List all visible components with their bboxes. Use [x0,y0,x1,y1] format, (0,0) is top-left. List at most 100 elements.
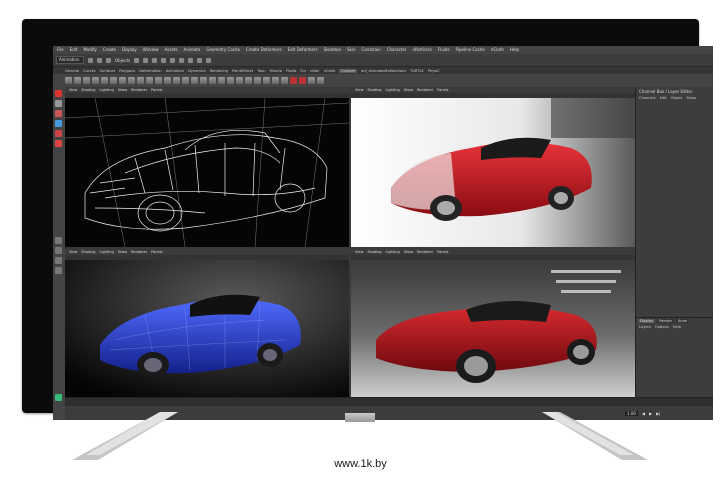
layout-single-icon[interactable] [55,237,62,244]
layers-menu[interactable]: Layers [639,325,651,329]
shelf-tab-general[interactable]: General [65,69,79,73]
shelf-tab-nhair[interactable]: nHair [310,69,320,73]
menu-character[interactable]: Character [387,46,407,54]
select-hierarchy-icon[interactable] [134,57,140,63]
shelf-tab-animated-solutions[interactable]: anl_animatedEsSolutions [361,69,406,73]
menu-fluids[interactable]: Fluids [438,46,450,54]
shelf-tool-icon[interactable] [272,77,279,84]
shelf-tool-icon[interactable] [209,77,216,84]
shelf-tab-animation[interactable]: Animation [166,69,184,73]
edit-menu[interactable]: Edit [660,96,667,100]
script-editor-icon[interactable] [55,394,62,401]
menu-assets[interactable]: Assets [165,46,178,54]
shelf-tool-icon[interactable] [173,77,180,84]
objects-mode-label[interactable]: Objects [115,58,130,63]
select-object-icon[interactable] [143,57,149,63]
shelf-tool-icon[interactable] [200,77,207,84]
shelf-tool-icon[interactable] [263,77,270,84]
object-menu[interactable]: Object [671,96,683,100]
open-scene-icon[interactable] [97,57,102,63]
help-menu[interactable]: Help [673,325,681,329]
menu-animate[interactable]: Animate [184,46,201,54]
shelf-tab-muscle[interactable]: Muscle [269,69,281,73]
shelf-tool-icon[interactable] [146,77,153,84]
layout-outliner-icon[interactable] [55,267,62,274]
shelf-tool-icon[interactable] [155,77,162,84]
menu-geometry-cache[interactable]: Geometry Cache [206,46,240,54]
shelf-tool-icon[interactable] [101,77,108,84]
shelf-tab-toon[interactable]: Toon [257,69,265,73]
shelf-tab-ncloth[interactable]: nCloth [324,69,336,73]
shelf-tab-rendering[interactable]: Rendering [210,69,228,73]
snap-point-icon[interactable] [179,57,185,63]
shelf-tab-curves[interactable]: Curves [83,69,95,73]
shelf-tab-dynamics[interactable]: Dynamics [188,69,206,73]
menu-create-deformers[interactable]: Create Deformers [246,46,282,54]
shelf-tool-icon[interactable] [74,77,81,84]
shelf-tool-icon[interactable] [92,77,99,84]
paint-select-icon[interactable] [55,110,62,117]
shelf-tool-icon[interactable] [290,77,297,84]
shelf-tab-painteffects[interactable]: PaintEffects [232,69,253,73]
scale-tool-icon[interactable] [55,140,62,147]
menu-ncloth[interactable]: nCloth [491,46,504,54]
shelf-tool-icon[interactable] [164,77,171,84]
shelf-tool-icon[interactable] [218,77,225,84]
menu-pipeline-cache[interactable]: Pipeline Cache [456,46,485,54]
render-icon[interactable] [188,57,194,63]
viewport-top-left[interactable]: View Shading Lighting Show Renderer Pane… [65,87,349,247]
layer-tab-display[interactable]: Display [638,319,656,323]
shelf-tool-icon[interactable] [182,77,189,84]
snap-grid-icon[interactable] [161,57,167,63]
menu-window[interactable]: Window [143,46,159,54]
shelf-tool-icon[interactable] [227,77,234,84]
shelf-tool-icon[interactable] [236,77,243,84]
layer-tab-anim[interactable]: Anim [676,319,690,323]
menu-skin[interactable]: Skin [347,46,356,54]
show-menu[interactable]: Show [686,96,696,100]
snap-curve-icon[interactable] [170,57,176,63]
menu-nparticles[interactable]: nParticles [412,46,431,54]
rotate-tool-icon[interactable] [55,130,62,137]
shelf-tool-icon[interactable] [119,77,126,84]
shelf-tool-icon[interactable] [245,77,252,84]
move-tool-icon[interactable] [55,120,62,127]
shelf-tool-icon[interactable] [281,77,288,84]
shelf-tool-icon[interactable] [83,77,90,84]
shelf-tab-surfaces[interactable]: Surfaces [100,69,116,73]
shelf-tool-icon[interactable] [65,77,72,84]
menu-display[interactable]: Display [122,46,137,54]
viewport-bottom-left[interactable]: View Shading Lighting Show Renderer Pane… [65,249,349,397]
shelf-tool-icon[interactable] [254,77,261,84]
ipr-render-icon[interactable] [197,57,203,63]
layout-four-icon[interactable] [55,247,62,254]
menu-file[interactable]: File [57,46,64,54]
viewport-top-right[interactable]: View Shading Lighting Show Renderer Pane… [351,87,635,247]
menu-skeleton[interactable]: Skeleton [324,46,341,54]
mode-select[interactable]: Animation [56,56,84,64]
options-menu[interactable]: Options [655,325,669,329]
shelf-tab-fur[interactable]: Fur [300,69,306,73]
shelf-tab-turtle[interactable]: TURTLE [410,69,424,73]
menu-help[interactable]: Help [510,46,519,54]
menu-edit-deformers[interactable]: Edit Deformers [288,46,318,54]
channels-menu[interactable]: Channels [639,96,656,100]
shelf-tab-physic[interactable]: PhysiC [428,69,440,73]
new-scene-icon[interactable] [88,57,93,63]
shelf-tool-icon[interactable] [308,77,315,84]
shelf-tab-custom[interactable]: Custom [339,68,358,73]
shelf-tool-icon[interactable] [299,77,306,84]
shelf-tab-deformation[interactable]: Deformation [139,69,161,73]
shelf-tab-polygons[interactable]: Polygons [119,69,135,73]
shelf-tool-icon[interactable] [317,77,324,84]
shelf-tool-icon[interactable] [191,77,198,84]
layer-tab-render[interactable]: Render [657,319,675,323]
menu-constrain[interactable]: Constrain [362,46,381,54]
menu-modify[interactable]: Modify [83,46,96,54]
menu-edit[interactable]: Edit [70,46,78,54]
select-component-icon[interactable] [152,57,158,63]
save-scene-icon[interactable] [106,57,111,63]
menu-create[interactable]: Create [103,46,116,54]
viewport-bottom-right[interactable]: View Shading Lighting Show Renderer Pane… [351,249,635,397]
lasso-tool-icon[interactable] [55,100,62,107]
